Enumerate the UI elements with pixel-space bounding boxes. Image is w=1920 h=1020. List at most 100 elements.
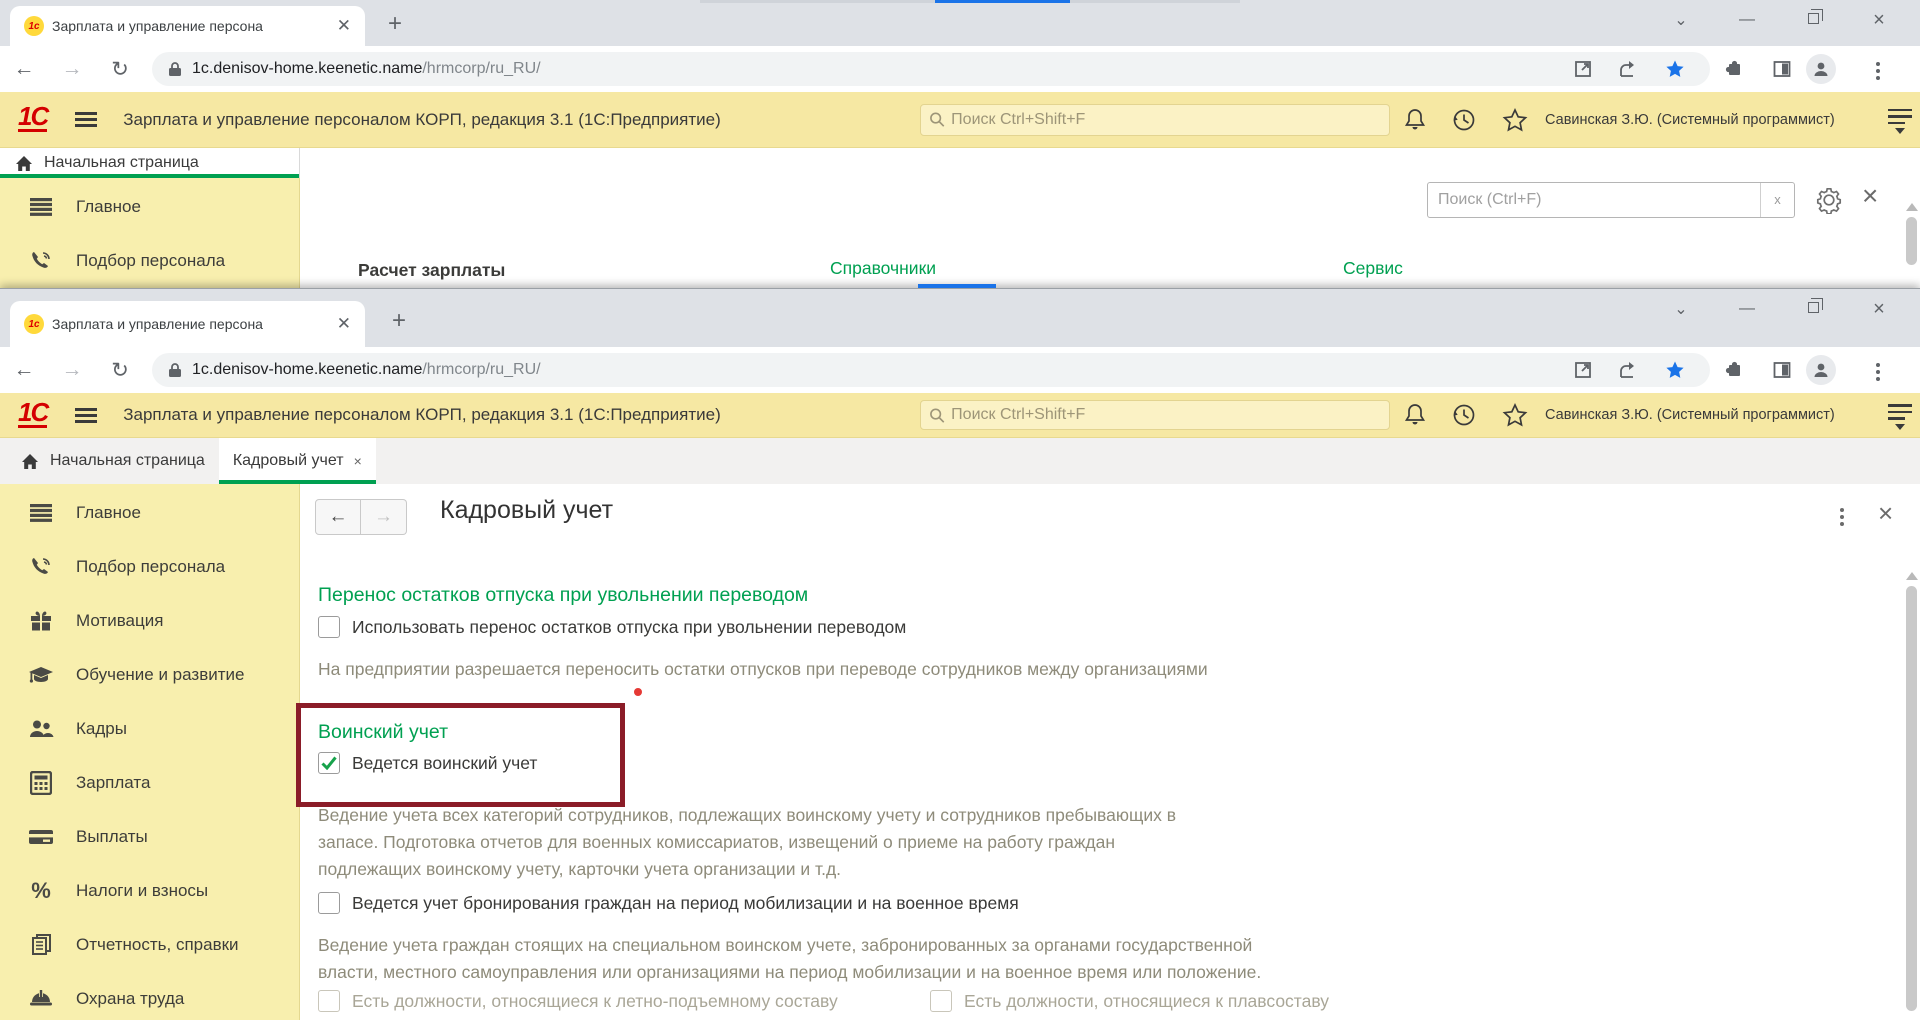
chevron-down-icon[interactable]: ⌄	[1648, 10, 1714, 30]
history-icon[interactable]	[1447, 402, 1481, 428]
checkbox-box-disabled[interactable]	[930, 990, 952, 1012]
url-text: 1c.denisov-home.keenetic.name/hrmcorp/ru…	[192, 60, 1560, 78]
tab-home[interactable]: Начальная страница	[0, 148, 299, 178]
minimize-icon[interactable]: —	[1714, 11, 1780, 29]
main-menu-icon[interactable]	[1888, 105, 1912, 135]
restore-icon[interactable]	[1780, 11, 1846, 29]
back-icon[interactable]: ←	[0, 358, 48, 382]
bookmark-star-icon[interactable]	[1652, 360, 1698, 380]
tab-close-icon[interactable]: ✕	[333, 16, 355, 36]
bookmark-star-icon[interactable]	[1652, 59, 1698, 79]
forward-icon[interactable]: →	[48, 57, 96, 81]
more-menu-icon[interactable]	[1854, 361, 1902, 379]
section-catalogs[interactable]: Справочники	[830, 258, 936, 279]
minimize-icon[interactable]: —	[1714, 300, 1780, 318]
section-payroll[interactable]: Расчет зарплаты	[358, 260, 505, 281]
sidebar-item-podbor[interactable]: Подбор персонала	[0, 234, 299, 288]
form-forward-icon[interactable]: →	[361, 499, 407, 535]
address-bar[interactable]: 1c.denisov-home.keenetic.name/hrmcorp/ru…	[152, 52, 1710, 86]
sidebar-item-otchetnost[interactable]: Отчетность, справки	[0, 918, 299, 972]
form-back-icon[interactable]: ←	[315, 499, 361, 535]
checkbox-bronirovanie[interactable]: Ведется учет бронирования граждан на пер…	[318, 892, 1019, 914]
address-bar[interactable]: 1c.denisov-home.keenetic.name/hrmcorp/ru…	[152, 353, 1710, 387]
more-menu-icon[interactable]	[1854, 60, 1902, 78]
checkbox-voinskiy-uchet[interactable]: Ведется воинский учет	[318, 752, 537, 774]
window-controls: ⌄ — ×	[1648, 289, 1912, 329]
sidebar-item-motivatsiya[interactable]: Мотивация	[0, 594, 299, 648]
page-search[interactable]: x	[1427, 182, 1795, 218]
reload-icon[interactable]: ↻	[96, 57, 144, 82]
new-tab-button[interactable]: +	[392, 307, 406, 335]
side-panel-icon[interactable]	[1758, 360, 1806, 380]
scrollbar-thumb[interactable]	[1906, 217, 1917, 265]
form-more-icon[interactable]	[1840, 506, 1844, 524]
checkbox-box-disabled[interactable]	[318, 990, 340, 1012]
close-panel-icon[interactable]: ×	[1862, 180, 1878, 212]
global-search-input[interactable]	[951, 406, 1381, 424]
scrollbar[interactable]	[1905, 572, 1918, 1020]
scroll-up-icon[interactable]	[1906, 572, 1918, 580]
scrollbar-thumb[interactable]	[1906, 586, 1917, 1011]
profile-icon[interactable]	[1806, 54, 1854, 84]
sidebar-item-obuchenie[interactable]: Обучение и развитие	[0, 648, 299, 702]
extensions-icon[interactable]	[1710, 360, 1758, 380]
profile-icon[interactable]	[1806, 355, 1854, 385]
sidebar-item-vyplaty[interactable]: Выплаты	[0, 810, 299, 864]
tab-kadrovyi-uchet[interactable]: Кадровый учет ×	[219, 438, 376, 484]
extensions-icon[interactable]	[1710, 59, 1758, 79]
global-search[interactable]	[920, 104, 1390, 136]
forward-icon[interactable]: →	[48, 358, 96, 382]
notifications-bell-icon[interactable]	[1398, 107, 1432, 133]
checkbox-letno-podyemny[interactable]: Есть должности, относящиеся к летно-подъ…	[318, 990, 838, 1012]
checkbox-perenos[interactable]: Использовать перенос остатков отпуска пр…	[318, 616, 906, 638]
sidebar-item-podbor-personala[interactable]: Подбор персонала	[0, 540, 299, 594]
sidebar-item-glavnoe[interactable]: Главное	[0, 180, 299, 234]
side-panel-icon[interactable]	[1758, 59, 1806, 79]
history-icon[interactable]	[1447, 107, 1481, 133]
reload-icon[interactable]: ↻	[96, 358, 144, 383]
sidebar-item-kadry[interactable]: Кадры	[0, 702, 299, 756]
browser-tab[interactable]: 1с Зарплата и управление персона ✕	[10, 6, 365, 46]
sidebar-item-glavnoe[interactable]: Главное	[0, 486, 299, 540]
checkbox-box[interactable]	[318, 892, 340, 914]
checkbox-plavsostav[interactable]: Есть должности, относящиеся к плавсостав…	[930, 990, 1329, 1012]
search-clear-icon[interactable]: x	[1760, 183, 1794, 217]
hamburger-menu-icon[interactable]	[75, 112, 97, 127]
form-close-icon[interactable]: ×	[1878, 498, 1893, 529]
notifications-bell-icon[interactable]	[1398, 402, 1432, 428]
sidebar-item-ohrana-truda[interactable]: Охрана труда	[0, 972, 299, 1020]
share-icon[interactable]	[1606, 59, 1652, 79]
hamburger-menu-icon[interactable]	[75, 408, 97, 423]
sidebar-item-nalogi[interactable]: % Налоги и взносы	[0, 864, 299, 918]
global-search-input[interactable]	[951, 111, 1381, 129]
scroll-up-icon[interactable]	[1906, 203, 1918, 211]
settings-gear-icon[interactable]	[1815, 186, 1843, 214]
new-tab-button[interactable]: +	[388, 10, 402, 38]
tab-home[interactable]: Начальная страница	[6, 438, 219, 484]
close-icon[interactable]: ×	[1846, 9, 1912, 32]
favorites-star-icon[interactable]	[1498, 107, 1532, 133]
open-in-new-icon[interactable]	[1560, 59, 1606, 79]
sidebar-item-zarplata[interactable]: Зарплата	[0, 756, 299, 810]
restore-icon[interactable]	[1780, 300, 1846, 318]
main-menu-icon[interactable]	[1888, 400, 1912, 430]
checkbox-box[interactable]	[318, 616, 340, 638]
close-icon[interactable]: ×	[1846, 298, 1912, 321]
section-service[interactable]: Сервис	[1343, 258, 1403, 279]
back-icon[interactable]: ←	[0, 57, 48, 81]
current-user[interactable]: Савинская З.Ю. (Системный программист)	[1545, 407, 1835, 423]
current-user[interactable]: Савинская З.Ю. (Системный программист)	[1545, 112, 1835, 128]
open-in-new-icon[interactable]	[1560, 360, 1606, 380]
page-search-input[interactable]	[1428, 191, 1760, 209]
global-search[interactable]	[920, 400, 1390, 430]
url-text: 1c.denisov-home.keenetic.name/hrmcorp/ru…	[192, 361, 1560, 379]
scrollbar[interactable]	[1905, 203, 1918, 288]
tab-close-icon[interactable]: ×	[354, 453, 362, 469]
kadrovyi-uchet-form: ← → Кадровый учет × Перенос остатков отп…	[300, 484, 1920, 1020]
browser-tab[interactable]: 1с Зарплата и управление персона ✕	[10, 301, 365, 347]
share-icon[interactable]	[1606, 360, 1652, 380]
chevron-down-icon[interactable]: ⌄	[1648, 299, 1714, 319]
checkbox-box-checked[interactable]	[318, 752, 340, 774]
favorites-star-icon[interactable]	[1498, 402, 1532, 428]
tab-close-icon[interactable]: ✕	[333, 314, 355, 334]
